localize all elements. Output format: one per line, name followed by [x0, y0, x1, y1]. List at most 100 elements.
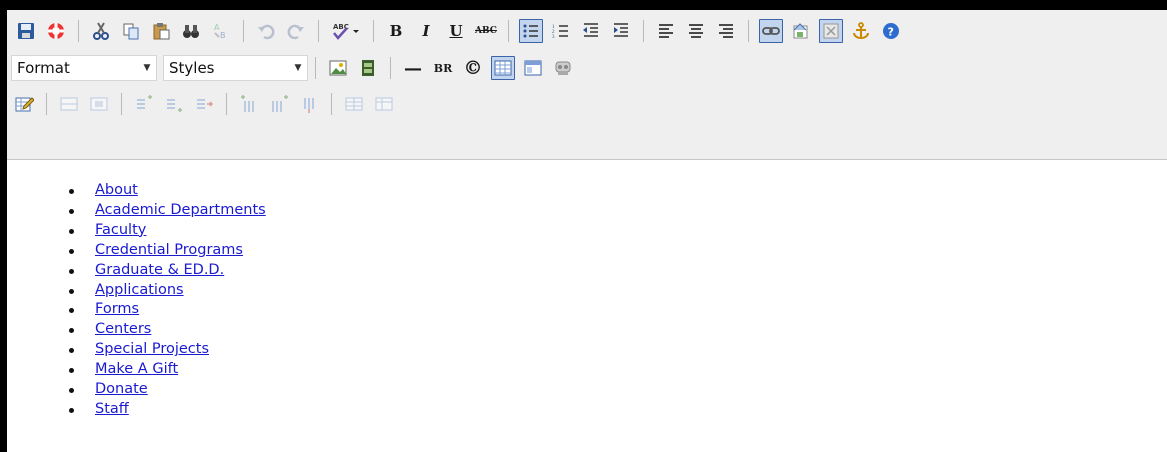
- bulleted-list-button[interactable]: [519, 19, 543, 43]
- cut-button[interactable]: [89, 19, 113, 43]
- separator: [243, 20, 244, 42]
- align-center-icon: [689, 24, 703, 38]
- insert-row-before-button[interactable]: [132, 92, 156, 116]
- separator: [748, 20, 749, 42]
- link-forms[interactable]: Forms: [95, 301, 139, 317]
- link-donate[interactable]: Donate: [95, 381, 148, 397]
- insert-column-after-button[interactable]: [267, 92, 291, 116]
- undo-icon: [258, 24, 275, 40]
- table-button[interactable]: [491, 56, 515, 80]
- insert-row-after-button[interactable]: [162, 92, 186, 116]
- save-button[interactable]: [14, 19, 38, 43]
- link-graduate-edd[interactable]: Graduate & ED.D.: [95, 262, 224, 278]
- indent-icon: [614, 23, 628, 37]
- scissors-icon: [93, 22, 109, 40]
- indent-button[interactable]: [609, 19, 633, 43]
- template-button[interactable]: [521, 56, 545, 80]
- find-button[interactable]: [179, 19, 203, 43]
- link-special-projects[interactable]: Special Projects: [95, 341, 209, 357]
- unlink-icon: [823, 23, 839, 39]
- editor-frame: AB ABC B I U ABC 123 ? Format ▼ Styles ▼…: [7, 10, 1167, 452]
- separator: [318, 20, 319, 42]
- toolbar-row-3: [7, 86, 399, 122]
- replace-button[interactable]: AB: [209, 19, 233, 43]
- paste-button[interactable]: [149, 19, 173, 43]
- link-centers[interactable]: Centers: [95, 321, 151, 337]
- redo-button[interactable]: [284, 19, 308, 43]
- outdent-icon: [583, 23, 598, 37]
- split-cells-icon: [345, 97, 363, 111]
- copy-button[interactable]: [119, 19, 143, 43]
- smiley-button[interactable]: [551, 56, 575, 80]
- delete-column-icon: [304, 98, 314, 113]
- insert-column-before-button[interactable]: [237, 92, 261, 116]
- horizontal-rule-button[interactable]: —: [401, 56, 425, 80]
- help-lifebuoy-button[interactable]: [44, 19, 68, 43]
- italic-button[interactable]: I: [414, 19, 438, 43]
- list-item: Faculty: [69, 221, 266, 241]
- toolbar-row-2: Format ▼ Styles ▼ — BR ©: [7, 50, 578, 86]
- replace-icon: AB: [214, 23, 226, 40]
- table-rows-button[interactable]: [372, 92, 396, 116]
- template-icon: [524, 60, 542, 76]
- special-char-button[interactable]: ©: [461, 56, 485, 80]
- special-char-label: ©: [463, 57, 483, 79]
- table-rows-icon: [375, 97, 393, 111]
- spellcheck-button[interactable]: ABC: [329, 19, 363, 43]
- align-left-button[interactable]: [654, 19, 678, 43]
- link-academic-departments[interactable]: Academic Departments: [95, 202, 266, 218]
- svg-text:?: ?: [888, 26, 894, 39]
- copy-icon: [123, 23, 139, 40]
- link-applications[interactable]: Applications: [95, 282, 184, 298]
- link-faculty[interactable]: Faculty: [95, 222, 146, 238]
- link-make-a-gift[interactable]: Make A Gift: [95, 361, 178, 377]
- bold-label: B: [389, 22, 403, 40]
- list-item: Academic Departments: [69, 201, 266, 221]
- cell-properties-button[interactable]: [57, 92, 81, 116]
- anchor-button[interactable]: [849, 19, 873, 43]
- list-item: Graduate & ED.D.: [69, 261, 266, 281]
- styles-select[interactable]: Styles ▼: [163, 55, 308, 81]
- flash-button[interactable]: [356, 56, 380, 80]
- delete-column-button[interactable]: [297, 92, 321, 116]
- split-cells-button[interactable]: [342, 92, 366, 116]
- editor-content[interactable]: About Academic Departments Faculty Crede…: [7, 161, 1167, 452]
- numbered-list-icon: 123: [552, 25, 568, 40]
- list-item: Forms: [69, 300, 266, 320]
- link-about[interactable]: About: [95, 182, 138, 198]
- link-button[interactable]: [759, 19, 783, 43]
- separator: [121, 93, 122, 115]
- help-question-icon: ?: [883, 23, 899, 39]
- table-properties-button[interactable]: [12, 92, 36, 116]
- line-break-button[interactable]: BR: [431, 56, 455, 80]
- bold-button[interactable]: B: [384, 19, 408, 43]
- delete-row-button[interactable]: [192, 92, 216, 116]
- format-select[interactable]: Format ▼: [11, 55, 157, 81]
- bulleted-list-icon: [523, 24, 538, 38]
- separator: [226, 93, 227, 115]
- align-right-button[interactable]: [714, 19, 738, 43]
- numbered-list-button[interactable]: 123: [549, 19, 573, 43]
- image-button[interactable]: [326, 56, 350, 80]
- link-credential-programs[interactable]: Credential Programs: [95, 242, 243, 258]
- underline-button[interactable]: U: [444, 19, 468, 43]
- link-staff[interactable]: Staff: [95, 401, 129, 417]
- strikethrough-label: ABC: [475, 26, 497, 36]
- outdent-button[interactable]: [579, 19, 603, 43]
- align-center-button[interactable]: [684, 19, 708, 43]
- table-icon: [494, 60, 512, 76]
- nav-link-list: About Academic Departments Faculty Crede…: [69, 181, 266, 420]
- show-blocks-button[interactable]: [819, 19, 843, 43]
- redo-icon: [287, 24, 304, 40]
- strikethrough-button[interactable]: ABC: [474, 19, 498, 43]
- list-item: Centers: [69, 320, 266, 340]
- styles-select-value: Styles: [169, 59, 215, 77]
- merge-cells-button[interactable]: [87, 92, 111, 116]
- image-link-button[interactable]: [789, 19, 813, 43]
- undo-button[interactable]: [254, 19, 278, 43]
- italic-label: I: [422, 22, 430, 40]
- chevron-down-icon: ▼: [143, 63, 151, 73]
- floppy-disk-icon: [18, 23, 34, 39]
- align-left-icon: [659, 24, 673, 38]
- about-button[interactable]: ?: [879, 19, 903, 43]
